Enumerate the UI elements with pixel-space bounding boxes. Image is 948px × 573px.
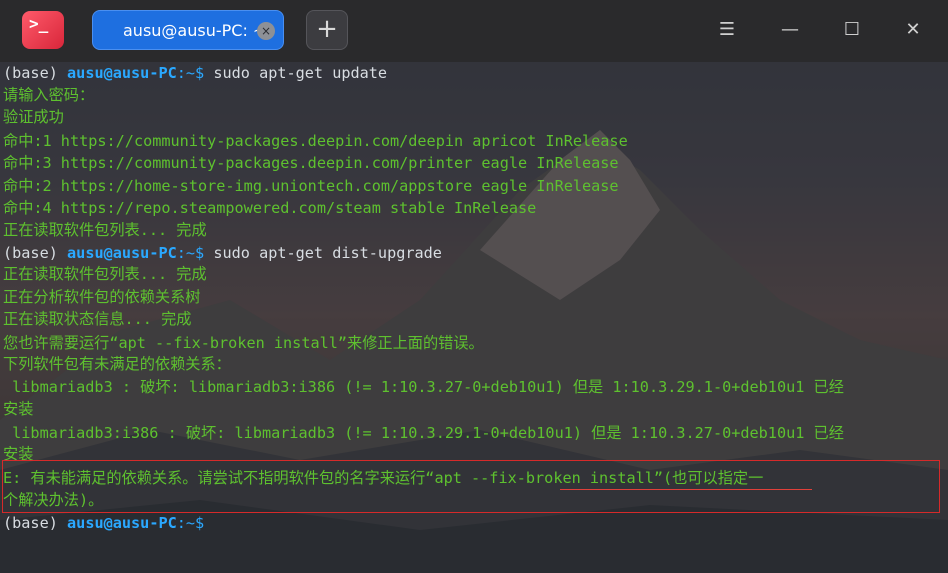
terminal-line-9: (base) ausu@ausu-PC:~$ sudo apt-get dist… — [3, 242, 442, 264]
window-titlebar: >_ ausu@ausu-PC: ~ × + ☰ — ☐ ✕ — [0, 0, 948, 62]
error-command-underline — [560, 489, 812, 490]
terminal-line-16: 安装 — [3, 400, 34, 418]
terminal-line-6: 命中:2 https://home-store-img.uniontech.co… — [3, 177, 619, 195]
minimize-button[interactable]: — — [778, 18, 802, 42]
tab-terminal-session[interactable]: ausu@ausu-PC: ~ × — [92, 10, 284, 50]
terminal-line-4: 命中:1 https://community-packages.deepin.c… — [3, 132, 628, 150]
terminal-line-21: (base) ausu@ausu-PC:~$ — [3, 512, 204, 534]
prompt-dir: :~$ — [176, 64, 205, 82]
prompt-env: (base) — [3, 64, 58, 82]
terminal-line-15: libmariadb3 : 破坏: libmariadb3:i386 (!= 1… — [3, 378, 844, 396]
terminal-line-8: 正在读取软件包列表... 完成 — [3, 221, 207, 239]
prompt-user: ausu@ausu-PC — [67, 514, 177, 532]
terminal-line-2: 请输入密码： — [3, 86, 95, 104]
menu-icon[interactable]: ☰ — [715, 18, 739, 42]
terminal-line-3: 验证成功 — [3, 108, 64, 126]
close-window-button[interactable]: ✕ — [901, 18, 925, 42]
command-text: sudo apt-get update — [204, 64, 388, 82]
maximize-button[interactable]: ☐ — [840, 18, 864, 42]
tab-title: ausu@ausu-PC: ~ — [123, 21, 267, 40]
terminal-line-7: 命中:4 https://repo.steampowered.com/steam… — [3, 199, 537, 217]
prompt-user: ausu@ausu-PC — [67, 244, 177, 262]
terminal-line-1: (base) ausu@ausu-PC:~$ sudo apt-get upda… — [3, 62, 387, 84]
terminal-line-17: libmariadb3:i386 : 破坏: libmariadb3 (!= 1… — [3, 424, 844, 442]
terminal-line-5: 命中:3 https://community-packages.deepin.c… — [3, 154, 619, 172]
terminal-cursor — [228, 523, 237, 543]
terminal-line-13: 您也许需要运行“apt --fix-broken install”来修正上面的错… — [3, 334, 484, 352]
terminal-line-14: 下列软件包有未满足的依赖关系： — [3, 355, 231, 373]
prompt-dir: :~$ — [176, 244, 205, 262]
tab-close-icon[interactable]: × — [257, 22, 275, 40]
new-tab-button[interactable]: + — [306, 10, 348, 50]
terminal-line-11: 正在分析软件包的依赖关系树 — [3, 288, 201, 306]
prompt-user: ausu@ausu-PC — [67, 64, 177, 82]
terminal-line-12: 正在读取状态信息... 完成 — [3, 310, 192, 328]
command-text: sudo apt-get dist-upgrade — [204, 244, 442, 262]
prompt-env: (base) — [3, 514, 58, 532]
terminal-line-10: 正在读取软件包列表... 完成 — [3, 265, 207, 283]
prompt-env: (base) — [3, 244, 58, 262]
prompt-dir: :~$ — [176, 514, 205, 532]
error-highlight-box — [2, 460, 940, 513]
terminal-app-icon: >_ — [22, 11, 64, 49]
